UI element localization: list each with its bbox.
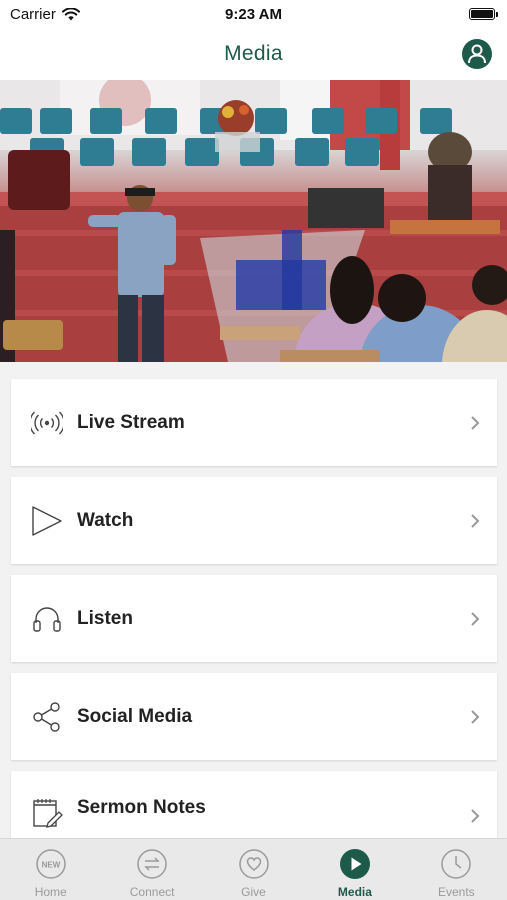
wifi-icon	[61, 7, 80, 20]
arrows-exchange-icon	[136, 848, 168, 880]
svg-text:NEW: NEW	[41, 861, 60, 870]
hero-image	[0, 80, 507, 362]
chevron-right-icon	[471, 611, 480, 626]
play-outline-icon	[31, 505, 63, 537]
person-icon	[468, 44, 486, 64]
page-title: Media	[224, 42, 283, 65]
menu-item-label: Sermon Notes	[77, 797, 206, 818]
menu-item-listen[interactable]: Listen	[11, 575, 497, 662]
battery-icon	[469, 8, 498, 20]
broadcast-icon	[31, 407, 63, 439]
new-badge-icon: NEW	[35, 848, 67, 880]
tab-label: Home	[34, 885, 67, 899]
heart-icon	[238, 848, 270, 880]
tab-give[interactable]: Give	[203, 839, 304, 900]
tab-home[interactable]: NEW Home	[0, 839, 101, 900]
tab-label: Connect	[129, 885, 175, 899]
profile-button[interactable]	[462, 39, 492, 69]
notepad-icon	[31, 797, 63, 829]
clock-icon	[440, 848, 472, 880]
church-service-photo	[0, 80, 507, 362]
menu-item-watch[interactable]: Watch	[11, 477, 497, 564]
status-bar: Carrier 9:23 AM	[0, 0, 507, 28]
tab-connect[interactable]: Connect	[101, 839, 202, 900]
headphones-icon	[31, 603, 63, 635]
carrier-label: Carrier	[10, 5, 56, 23]
chevron-right-icon	[471, 709, 480, 724]
tab-label: Events	[437, 885, 475, 899]
navigation-bar: Media	[0, 28, 507, 80]
share-icon	[31, 701, 63, 733]
tab-label: Media	[337, 885, 372, 899]
menu-item-label: Watch	[77, 509, 134, 531]
play-filled-icon	[339, 848, 371, 880]
menu-item-label: Listen	[77, 607, 133, 629]
menu-item-social-media[interactable]: Social Media	[11, 673, 497, 760]
tab-events[interactable]: Events	[406, 839, 507, 900]
menu-item-sermon-notes[interactable]: Sermon Notes	[11, 771, 497, 841]
tab-bar: NEW Home Connect Give Media Events	[0, 838, 507, 900]
tab-media[interactable]: Media	[304, 839, 405, 900]
chevron-right-icon	[471, 415, 480, 430]
chevron-right-icon	[471, 513, 480, 528]
status-left: Carrier	[10, 6, 80, 23]
menu-item-label: Live Stream	[77, 411, 185, 433]
tab-label: Give	[241, 885, 266, 899]
menu-item-live-stream[interactable]: Live Stream	[11, 379, 497, 466]
chevron-right-icon	[471, 809, 480, 823]
menu-item-label: Social Media	[77, 705, 193, 727]
